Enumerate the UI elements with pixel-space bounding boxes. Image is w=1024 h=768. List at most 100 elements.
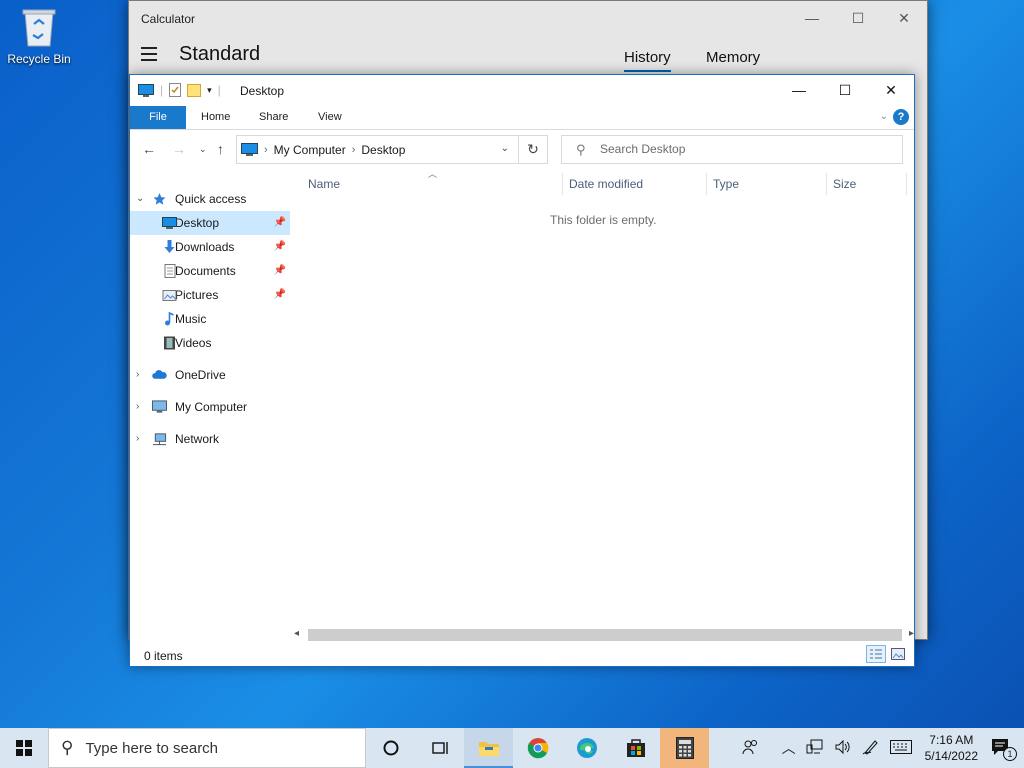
nav-downloads[interactable]: Downloads 📌 xyxy=(130,235,290,259)
pin-icon[interactable]: 📌 xyxy=(274,259,286,283)
search-icon: ⚲ xyxy=(61,738,74,757)
column-name[interactable]: Name xyxy=(308,177,340,191)
up-arrow-icon[interactable]: ↑ xyxy=(217,141,224,157)
nav-my-computer[interactable]: › My Computer xyxy=(130,395,290,419)
taskbar: ⚲ Type here to search ︿ 7:16 AM 5/14/202… xyxy=(0,728,1024,768)
scroll-left-arrow-icon[interactable]: ◂ xyxy=(294,628,299,639)
breadcrumb-my-computer[interactable]: My Computer xyxy=(274,143,346,157)
nav-quick-access[interactable]: ⌄ Quick access xyxy=(130,187,290,211)
large-icons-view-icon[interactable] xyxy=(888,645,908,663)
nav-documents[interactable]: Documents 📌 xyxy=(130,259,290,283)
recycle-bin-icon xyxy=(21,6,57,48)
search-placeholder: Search Desktop xyxy=(600,142,686,156)
network-tray-icon[interactable] xyxy=(801,739,829,758)
taskbar-file-explorer[interactable] xyxy=(464,728,513,768)
pin-icon[interactable]: 📌 xyxy=(274,283,286,307)
start-button[interactable] xyxy=(0,728,48,768)
nav-pictures[interactable]: Pictures 📌 xyxy=(130,283,290,307)
properties-check-icon[interactable] xyxy=(169,83,182,97)
nav-label: Videos xyxy=(175,336,212,350)
task-view-button[interactable] xyxy=(415,728,464,768)
clock[interactable]: 7:16 AM 5/14/2022 xyxy=(917,732,986,764)
nav-onedrive[interactable]: › OneDrive xyxy=(130,363,290,387)
forward-arrow-icon[interactable]: → xyxy=(172,141,186,157)
notification-count-badge: 1 xyxy=(1003,746,1017,761)
touch-keyboard-icon[interactable] xyxy=(885,739,917,757)
people-icon[interactable] xyxy=(737,739,765,758)
search-icon: ⚲ xyxy=(576,142,586,157)
calculator-mode-title: Standard xyxy=(179,43,261,65)
recent-locations-chevron-icon[interactable]: ⌄ xyxy=(199,144,207,155)
taskbar-calculator[interactable] xyxy=(660,728,709,768)
collapsed-chevron-icon[interactable]: › xyxy=(136,427,139,451)
nav-label: Quick access xyxy=(175,192,247,206)
taskbar-search-placeholder: Type here to search xyxy=(85,739,219,757)
nav-music[interactable]: Music xyxy=(130,307,290,331)
film-strip-icon xyxy=(164,336,175,350)
help-button[interactable]: ? xyxy=(893,109,909,125)
collapsed-chevron-icon[interactable]: › xyxy=(136,395,139,419)
clock-time: 7:16 AM xyxy=(929,733,974,747)
show-hidden-icons-chevron-icon[interactable]: ︿ xyxy=(777,738,801,758)
explorer-minimize-button[interactable]: — xyxy=(776,75,822,105)
tab-memory[interactable]: Memory xyxy=(706,49,760,66)
taskbar-store[interactable] xyxy=(611,728,660,768)
nav-network[interactable]: › Network xyxy=(130,427,290,451)
column-headers: ︿ Name Date modified Type Size xyxy=(298,169,908,197)
edge-icon xyxy=(576,738,597,758)
taskbar-edge[interactable] xyxy=(562,728,611,768)
taskbar-search-box[interactable]: ⚲ Type here to search xyxy=(48,728,366,768)
column-size[interactable]: Size xyxy=(833,177,856,191)
nav-label: Documents xyxy=(175,264,236,278)
details-view-icon[interactable] xyxy=(866,645,886,663)
tab-home[interactable]: Home xyxy=(201,106,230,129)
calc-minimize-button[interactable]: — xyxy=(789,1,835,35)
horizontal-scrollbar[interactable]: ◂ ▸ xyxy=(290,628,916,643)
tab-history[interactable]: History xyxy=(624,49,671,72)
address-dropdown-icon[interactable]: ⌄ xyxy=(501,143,509,154)
hamburger-menu-icon[interactable] xyxy=(141,47,157,65)
calculator-icon xyxy=(675,737,694,759)
recycle-bin-desktop-icon[interactable]: Recycle Bin xyxy=(6,6,72,66)
nav-label: OneDrive xyxy=(175,368,226,382)
qat-dropdown-icon[interactable]: ▾ xyxy=(207,85,212,96)
action-center-icon[interactable]: 1 xyxy=(986,738,1017,761)
music-note-icon xyxy=(165,312,174,326)
nav-label: Network xyxy=(175,432,220,446)
scrollbar-thumb[interactable] xyxy=(308,629,902,641)
pictures-icon xyxy=(162,290,177,301)
explorer-titlebar[interactable]: | ▾ | Desktop — ☐ ✕ xyxy=(130,75,914,105)
tab-view[interactable]: View xyxy=(318,106,342,129)
cortana-button[interactable] xyxy=(366,728,415,768)
cortana-circle-icon xyxy=(383,740,398,756)
empty-folder-message: This folder is empty. xyxy=(550,213,657,227)
explorer-close-button[interactable]: ✕ xyxy=(868,75,914,105)
scroll-right-arrow-icon[interactable]: ▸ xyxy=(909,628,914,639)
tab-share[interactable]: Share xyxy=(259,106,288,129)
calc-maximize-button[interactable]: ☐ xyxy=(835,1,881,35)
ribbon-expand-chevron-icon[interactable]: ⌄ xyxy=(880,111,888,122)
ribbon-tabs: File Home Share View ⌄ ? xyxy=(130,106,914,130)
refresh-button[interactable]: ↻ xyxy=(518,135,548,164)
file-explorer-window[interactable]: | ▾ | Desktop — ☐ ✕ File Home Share View… xyxy=(129,74,915,667)
pin-icon[interactable]: 📌 xyxy=(274,235,286,259)
taskbar-chrome[interactable] xyxy=(513,728,562,768)
collapsed-chevron-icon[interactable]: › xyxy=(136,363,139,387)
back-arrow-icon[interactable]: ← xyxy=(142,141,156,157)
explorer-maximize-button[interactable]: ☐ xyxy=(822,75,868,105)
tab-file[interactable]: File xyxy=(130,106,186,129)
address-bar[interactable]: › My Computer › Desktop ⌄ xyxy=(236,135,548,164)
volume-icon[interactable] xyxy=(829,739,857,758)
column-type[interactable]: Type xyxy=(713,177,739,191)
nav-videos[interactable]: Videos xyxy=(130,331,290,355)
expanded-chevron-icon[interactable]: ⌄ xyxy=(136,187,144,211)
pen-workspace-icon[interactable] xyxy=(857,739,885,758)
pin-icon[interactable]: 📌 xyxy=(274,211,286,235)
calc-close-button[interactable]: ✕ xyxy=(881,1,927,35)
breadcrumb-desktop[interactable]: Desktop xyxy=(361,143,405,157)
nav-desktop[interactable]: Desktop 📌 xyxy=(130,211,290,235)
new-folder-icon[interactable] xyxy=(187,83,202,97)
column-date-modified[interactable]: Date modified xyxy=(569,177,643,191)
search-box[interactable]: ⚲ Search Desktop xyxy=(561,135,903,164)
task-view-icon xyxy=(431,742,448,754)
